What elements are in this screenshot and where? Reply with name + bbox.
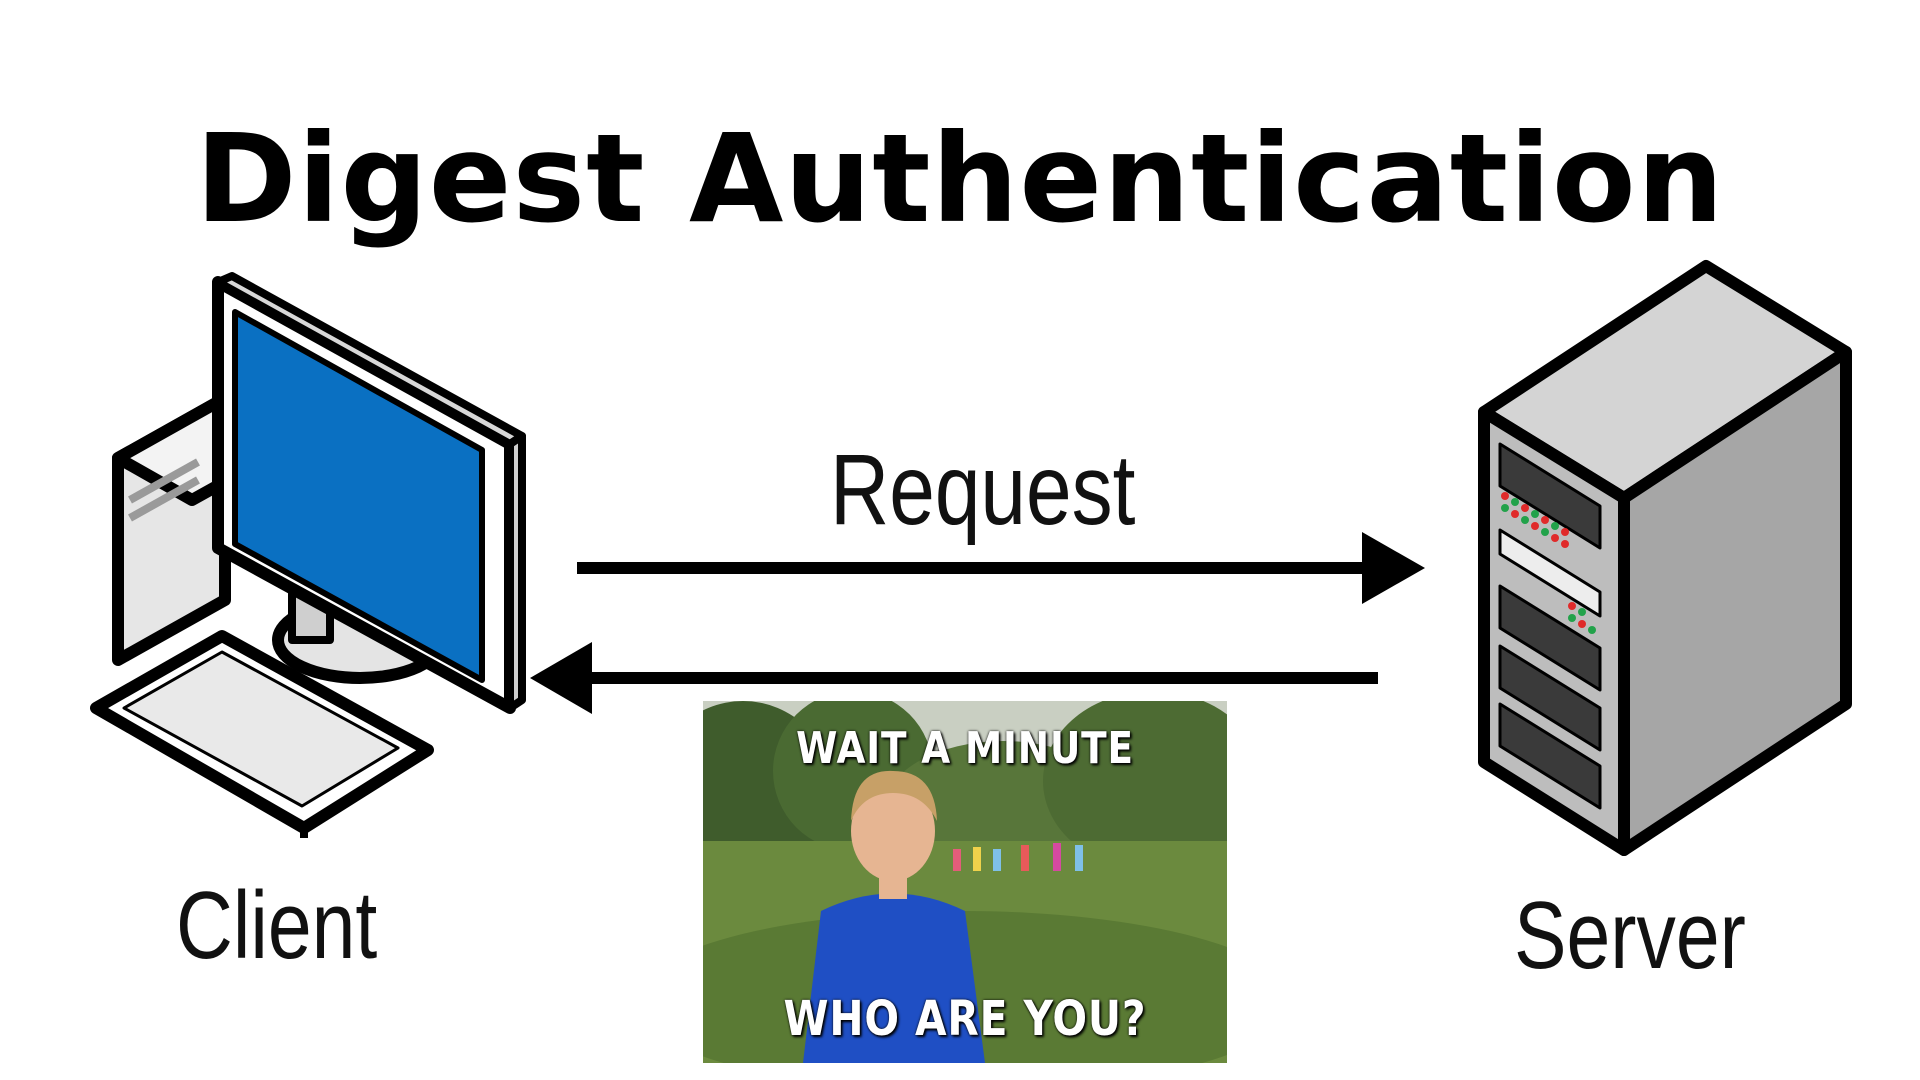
client-computer-icon bbox=[90, 272, 526, 838]
meme-bottom-caption: WHO ARE YOU? bbox=[783, 991, 1147, 1047]
server-label: Server bbox=[1514, 882, 1746, 989]
client-label: Client bbox=[176, 872, 378, 979]
server-tower-icon bbox=[1478, 260, 1852, 856]
meme-image: WAIT A MINUTE WHO ARE YOU? bbox=[703, 701, 1227, 1063]
meme-top-caption: WAIT A MINUTE bbox=[796, 723, 1134, 774]
request-label: Request bbox=[830, 434, 1136, 546]
